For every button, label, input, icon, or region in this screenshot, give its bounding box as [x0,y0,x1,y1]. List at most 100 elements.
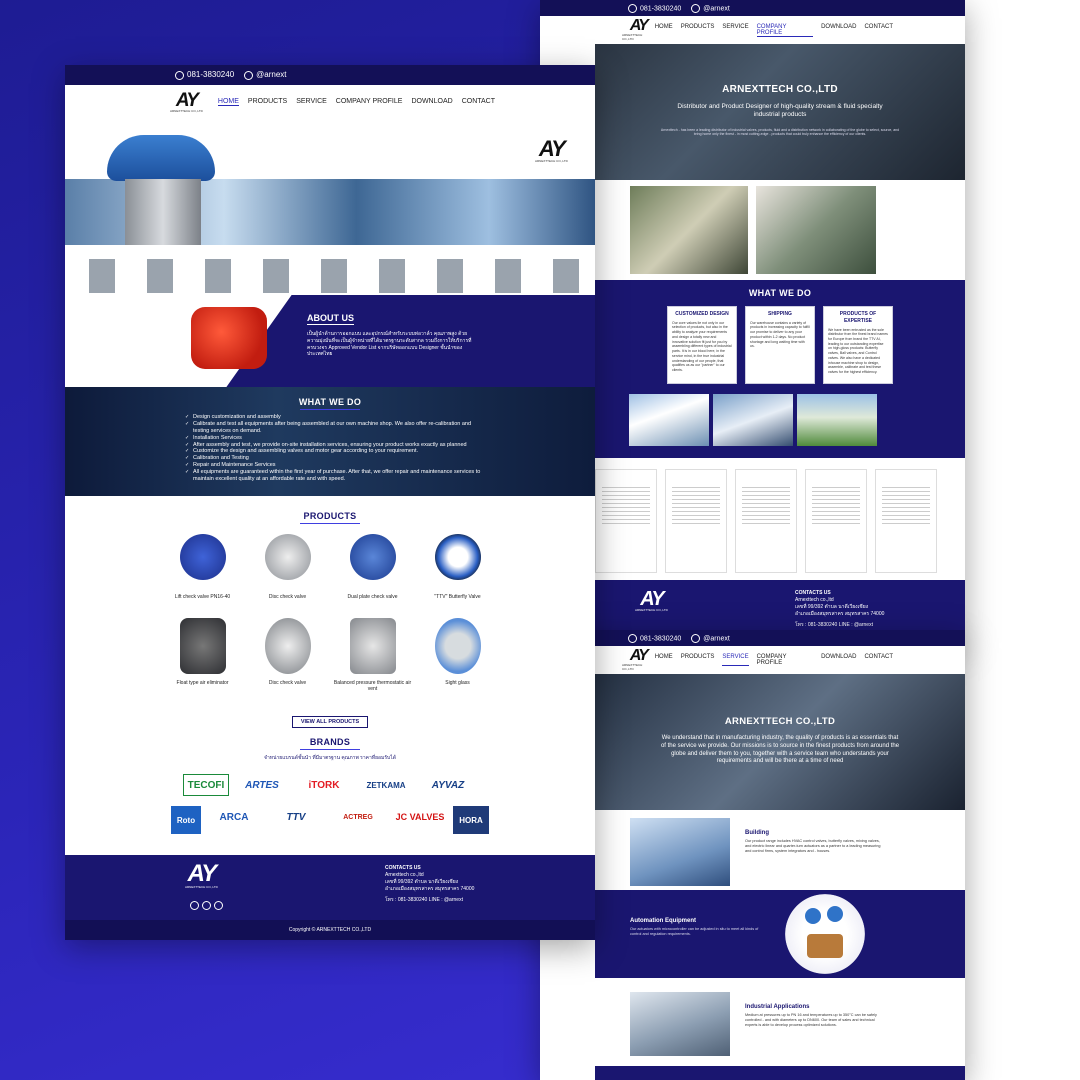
service-hero: ARNEXTTECH CO.,LTD We understand that in… [595,674,965,810]
product-card[interactable]: Sight glass [415,618,500,692]
footer-contact-title: CONTACTS US [385,865,421,871]
product-card[interactable]: Lift check valve PN16-40 [160,534,245,600]
menu-company-profile[interactable]: COMPANY PROFILE [757,654,814,666]
product-card[interactable]: Float type air eliminator [160,618,245,692]
products-title: PRODUCTS [303,511,357,521]
hero-banner: ARNEXTTECH CO.,LTD Distributor and Produ… [595,44,965,180]
menu-contact[interactable]: CONTACT [864,654,893,666]
menu-home[interactable]: HOME [217,98,239,106]
phone-icon[interactable] [190,901,199,910]
actuator-icon [805,908,821,924]
menu-contact[interactable]: CONTACT [864,24,893,37]
menu-home[interactable]: HOME [655,24,673,37]
certificate-4[interactable] [805,469,867,573]
footer-address-1: เลขที่ 99/392 ตำบล นาดีเวียงเชียง [795,604,869,610]
list-item: After assembly and test, we provide on-s… [185,442,485,449]
hero-subtitle: Distributor and Product Designer of high… [677,103,883,119]
product-card[interactable]: Balanced pressure thermostatic air vent [330,618,415,692]
brand-itork-logo[interactable]: iTORK [295,774,353,796]
menu-contact[interactable]: CONTACT [462,98,495,106]
footer-logo[interactable]: AY ARNEXTTECH CO.,LTD [185,862,218,890]
product-card[interactable]: Disc check valve [245,534,330,600]
line-id[interactable]: @arnext [703,5,730,12]
menu-download[interactable]: DOWNLOAD [411,98,452,106]
brands-title: BRANDS [309,737,351,747]
product-image [349,534,396,580]
list-item: Installation Services [185,435,485,442]
building-photo-3 [797,394,877,446]
valve-parts-strip [75,259,585,293]
logo[interactable]: AY ARNEXTTECH CO.,LTD [622,648,655,672]
menu: HOME PRODUCTS SERVICE COMPANY PROFILE DO… [655,24,893,37]
main-nav: AY ARNEXTTECH CO.,LTD HOME PRODUCTS SERVI… [540,646,965,674]
footer-logo[interactable]: AY ARNEXTTECH CO.,LTD [635,589,668,612]
line-id[interactable]: @arnext [256,70,286,79]
automation-text: Our actuators with microcontroller can b… [630,927,759,937]
menu-company-profile[interactable]: COMPANY PROFILE [756,24,814,37]
product-image [264,618,311,674]
line-icon [691,3,701,13]
menu-company-profile[interactable]: COMPANY PROFILE [336,98,403,106]
menu-products[interactable]: PRODUCTS [681,24,715,37]
brand-ayvaz-logo[interactable]: AYVAZ [419,774,477,796]
building-photo-2 [713,394,793,446]
brand-tecofi-logo[interactable]: TECOFI [183,774,229,796]
brands-subtitle: จำหน่ายแบรนด์ชั้นนำ ที่มีมาตรฐาน คุณภาพ … [264,755,396,761]
hero-banner: AY ARNEXTTECH CO.,LTD [65,119,595,299]
brand-zetkama-logo[interactable]: ZETKAMA [357,774,415,796]
brand-actreg-logo[interactable]: ACTREG [329,806,387,828]
top-contact-bar: 081-3830240 @arnext [540,0,965,16]
phone-number[interactable]: 081-3830240 [640,635,681,642]
menu-products[interactable]: PRODUCTS [248,98,287,106]
phone-number[interactable]: 081-3830240 [187,70,234,79]
product-card[interactable]: "TTV" Butterfly Valve [415,534,500,600]
logo[interactable]: AY ARNEXTTECH CO.,LTD [170,91,203,113]
line-icon[interactable] [202,901,211,910]
actuator-valve-image [107,135,215,181]
certificate-5[interactable] [875,469,937,573]
automation-title: Automation Equipment [630,918,696,924]
engineer-photo-2 [756,186,876,274]
menu-download[interactable]: DOWNLOAD [821,24,856,37]
footer-tel: โทร : 081-3830240 LINE : @arnext [385,897,463,903]
footer-company: Arnexttech co.,ltd [385,872,424,878]
phone-number[interactable]: 081-3830240 [640,5,681,12]
menu-service[interactable]: SERVICE [296,98,327,106]
electric-actuator-image [191,307,267,369]
brand-roto-logo[interactable]: Roto [171,806,201,834]
brand-ttv-logo[interactable]: TTV [267,806,325,828]
brand-arca-logo[interactable]: ARCA [205,806,263,828]
what-we-do-list: Design customization and assembly Calibr… [65,414,485,483]
view-all-products-button[interactable]: VIEW ALL PRODUCTS [291,716,369,728]
menu-home[interactable]: HOME [655,654,673,666]
menu-products[interactable]: PRODUCTS [681,654,715,666]
line-icon [691,633,701,643]
product-image [434,534,481,580]
email-icon[interactable] [214,901,223,910]
hero-title: ARNEXTTECH CO.,LTD [722,84,838,95]
menu-download[interactable]: DOWNLOAD [821,654,856,666]
card-products-of-expertise: PRODUCTS OF EXPERTISE We have been entrus… [823,306,893,384]
building-photo [630,818,730,886]
brand-artes-logo[interactable]: ARTES [233,774,291,796]
service-mockup: 081-3830240 @arnext AY ARNEXTTECH CO.,LTD… [540,630,965,1080]
company-profile-mockup: 081-3830240 @arnext AY ARNEXTTECH CO.,LTD… [540,0,965,645]
logo[interactable]: AY ARNEXTTECH CO.,LTD [622,18,655,42]
what-we-do-title: WHAT WE DO [748,288,812,298]
menu-service[interactable]: SERVICE [722,24,748,37]
brand-jc-valves-logo[interactable]: JC VALVES [391,806,449,828]
menu-service[interactable]: SERVICE [722,654,749,666]
list-item: Calibrate and test all equipments after … [185,421,485,435]
hero-logo: AY ARNEXTTECH CO.,LTD [535,136,568,164]
building-photo-1 [629,394,709,446]
line-id[interactable]: @arnext [703,635,730,642]
certificate-2[interactable] [665,469,727,573]
menu: HOME PRODUCTS SERVICE COMPANY PROFILE DO… [655,654,893,666]
building-title: Building [745,830,769,836]
brand-hora-logo[interactable]: HORA [453,806,489,834]
product-card[interactable]: Dual plate check valve [330,534,415,600]
certificate-1[interactable] [595,469,657,573]
certificate-3[interactable] [735,469,797,573]
service-hero-title: ARNEXTTECH CO.,LTD [724,716,836,727]
product-card[interactable]: Disc check valve [245,618,330,692]
